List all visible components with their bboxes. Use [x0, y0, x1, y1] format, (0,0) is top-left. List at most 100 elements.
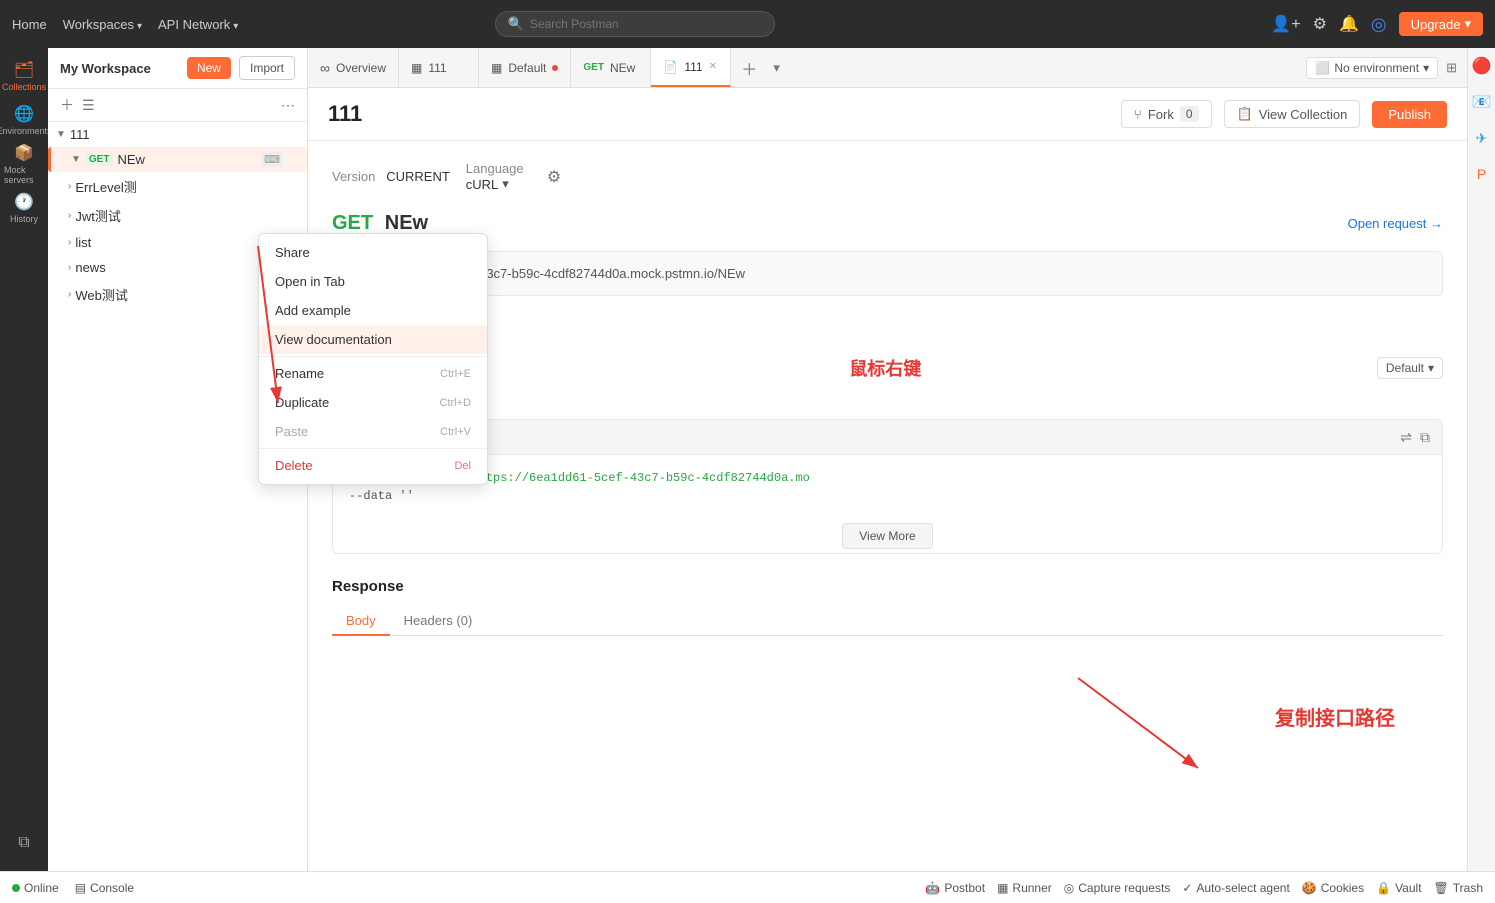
- context-menu-view-docs[interactable]: View documentation: [259, 325, 487, 354]
- tree-item-name: NEw: [117, 152, 257, 167]
- right-icon-outlook[interactable]: 📧: [1472, 92, 1492, 112]
- tab-chevron-icon[interactable]: ▾: [767, 60, 786, 76]
- sidebar-item-environments[interactable]: 🌐 Environments: [4, 100, 44, 140]
- keyboard-shortcut-icon: ⌨: [261, 152, 283, 167]
- more-options-icon[interactable]: ⋯: [281, 97, 295, 114]
- console-item[interactable]: ▤ Console: [75, 881, 134, 895]
- online-dot: [12, 884, 20, 892]
- view-collection-button[interactable]: 📋 View Collection: [1224, 100, 1361, 128]
- tab-get-new[interactable]: GET NEw: [571, 48, 651, 87]
- get-section: GET NEw Open request →: [332, 212, 1443, 235]
- get-method-badge: GET: [85, 153, 114, 166]
- context-menu-divider: [259, 356, 487, 357]
- nav-left: Home Workspaces▾ API Network▾: [12, 17, 238, 32]
- curl-copy-icon[interactable]: ⧉: [1420, 429, 1430, 446]
- sidebar-item-collections[interactable]: 🗂 Collections: [4, 56, 44, 96]
- context-menu-paste[interactable]: Paste Ctrl+V: [259, 417, 487, 446]
- response-tabs: Body Headers (0): [332, 607, 1443, 636]
- tab-default[interactable]: ▦ Default: [479, 48, 571, 87]
- publish-button[interactable]: Publish: [1372, 101, 1447, 128]
- curl-body: curl --location 'https://6ea1dd61-5cef-4…: [333, 455, 1442, 519]
- tree-item[interactable]: › ErrLevel测: [48, 172, 307, 201]
- sort-icon[interactable]: ☰: [82, 97, 95, 114]
- default-select[interactable]: Default ▾: [1377, 357, 1443, 379]
- search-bar[interactable]: 🔍: [495, 11, 775, 37]
- search-input[interactable]: [530, 17, 762, 31]
- get-method-label: GET: [332, 212, 373, 234]
- top-nav: Home Workspaces▾ API Network▾ 🔍 👤+ ⚙ 🔔 ◎…: [0, 0, 1495, 48]
- add-collection-icon[interactable]: ＋: [60, 95, 74, 115]
- context-menu-delete[interactable]: Delete Del: [259, 451, 487, 480]
- upgrade-button[interactable]: Upgrade▾: [1399, 12, 1483, 36]
- url-box: https://6ea1dd61-5cef-43c7-b59c-4cdf8274…: [332, 251, 1443, 296]
- tree-item[interactable]: › Jwt测试: [48, 201, 307, 230]
- history-icon: 🕐: [14, 192, 34, 212]
- postbot-item[interactable]: 🤖 Postbot: [925, 881, 985, 895]
- panel-toolbar: ＋ ☰ ⋯: [48, 89, 307, 122]
- workspace-name: My Workspace: [60, 61, 151, 76]
- sidebar-item-mock-servers[interactable]: 📦 Mock servers: [4, 144, 44, 184]
- icon-sidebar: 🗂 Collections 🌐 Environments 📦 Mock serv…: [0, 48, 48, 871]
- tab-dot-indicator: [552, 65, 558, 71]
- cookies-icon: 🍪: [1302, 881, 1317, 895]
- curl-filter-icon[interactable]: ⇌: [1400, 429, 1412, 446]
- sidebar-item-flows[interactable]: ⧉: [4, 823, 44, 863]
- tree-get-new-item[interactable]: ▼ GET NEw ⌨ ⋯: [48, 147, 307, 172]
- doc-settings-icon[interactable]: ⚙: [547, 167, 561, 187]
- tab-111-first[interactable]: ▦ 111: [399, 48, 479, 87]
- right-icon-postman[interactable]: P: [1472, 164, 1492, 184]
- collections-icon: 🗂: [14, 60, 34, 80]
- response-tab-headers[interactable]: Headers (0): [390, 607, 487, 636]
- nav-workspaces[interactable]: Workspaces▾: [63, 17, 142, 32]
- new-button[interactable]: New: [187, 57, 231, 79]
- lang-chevron-icon: ▾: [502, 176, 509, 192]
- right-icon-red[interactable]: 🔴: [1472, 56, 1492, 76]
- tab-111-doc[interactable]: 📄 111 ✕: [651, 48, 731, 87]
- bell-icon[interactable]: 🔔: [1339, 14, 1359, 34]
- cookies-item[interactable]: 🍪 Cookies: [1302, 881, 1364, 895]
- search-icon: 🔍: [508, 16, 524, 32]
- tree-item-label: ErrLevel测: [75, 177, 299, 196]
- runner-item[interactable]: ▦ Runner: [997, 881, 1052, 895]
- response-tab-body[interactable]: Body: [332, 607, 390, 636]
- nav-home[interactable]: Home: [12, 17, 47, 32]
- sidebar-item-history[interactable]: 🕐 History: [4, 188, 44, 228]
- context-menu-add-example[interactable]: Add example: [259, 296, 487, 325]
- vault-item[interactable]: 🔒 Vault: [1376, 881, 1421, 895]
- open-request-link[interactable]: Open request →: [1348, 216, 1443, 231]
- tab-close-icon[interactable]: ✕: [709, 61, 717, 72]
- tree-root-item[interactable]: ▼ 111 ⋯: [48, 122, 307, 147]
- env-settings-icon[interactable]: ⊞: [1446, 60, 1457, 76]
- bottom-bar-right: 🤖 Postbot ▦ Runner ◎ Capture requests ✓ …: [925, 881, 1483, 895]
- chevron-right-icon: ›: [68, 237, 71, 248]
- context-menu-duplicate[interactable]: Duplicate Ctrl+D: [259, 388, 487, 417]
- import-button[interactable]: Import: [239, 56, 295, 80]
- capture-requests-item[interactable]: ◎ Capture requests: [1064, 881, 1171, 895]
- sync-icon[interactable]: ◎: [1371, 14, 1387, 35]
- context-menu-open-tab[interactable]: Open in Tab: [259, 267, 487, 296]
- settings-icon[interactable]: ⚙: [1313, 14, 1327, 34]
- flows-icon: ⧉: [18, 834, 29, 852]
- response-section: Response Body Headers (0): [332, 578, 1443, 636]
- add-collaborator-icon[interactable]: 👤+: [1271, 14, 1300, 34]
- right-icon-telegram[interactable]: ✈: [1472, 128, 1492, 148]
- online-indicator[interactable]: Online: [12, 881, 59, 895]
- tab-overview[interactable]: ∞ Overview: [308, 48, 399, 87]
- response-title: Response: [332, 578, 1443, 595]
- nav-api-network[interactable]: API Network▾: [158, 17, 238, 32]
- request-section-title: Request: [332, 393, 1443, 409]
- description-placeholder[interactable]: Add request description...: [332, 316, 1443, 331]
- language-select[interactable]: cURL ▾: [466, 176, 531, 192]
- fork-button[interactable]: ⑂ Fork 0: [1121, 100, 1212, 128]
- trash-item[interactable]: 🗑 Trash: [1434, 881, 1483, 895]
- doc-title: 111: [328, 101, 362, 127]
- context-menu-rename[interactable]: Rename Ctrl+E: [259, 359, 487, 388]
- context-menu-share[interactable]: Share: [259, 238, 487, 267]
- tab-add-button[interactable]: ＋: [731, 56, 767, 80]
- auto-select-agent-item[interactable]: ✓ Auto-select agent: [1182, 881, 1289, 895]
- agent-icon: ✓: [1182, 881, 1192, 895]
- view-more-button[interactable]: View More: [842, 523, 932, 549]
- env-select[interactable]: ⬜ No environment ▾: [1306, 57, 1438, 79]
- doc-actions: ⑂ Fork 0 📋 View Collection Publish: [1121, 100, 1447, 128]
- runner-icon: ▦: [997, 881, 1008, 895]
